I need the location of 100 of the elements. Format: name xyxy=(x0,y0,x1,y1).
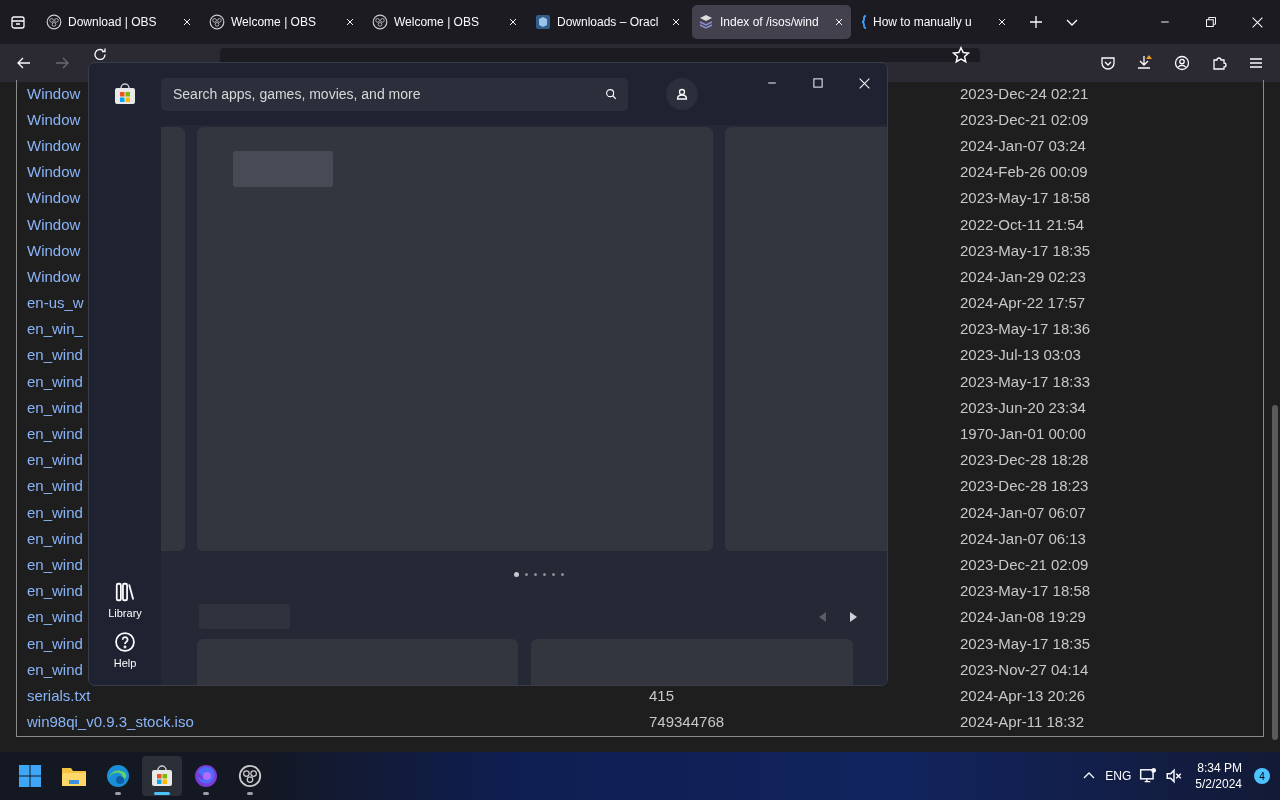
browser-tab[interactable]: Index of /isos/wind xyxy=(692,5,851,39)
browser-tab[interactable]: Download | OBS xyxy=(40,5,199,39)
language-indicator[interactable]: ENG xyxy=(1105,769,1132,783)
file-link[interactable]: en_wind xyxy=(27,425,83,443)
file-date: 2023-Dec-21 02:09 xyxy=(960,110,1089,128)
scrollbar-thumb[interactable] xyxy=(1272,405,1278,740)
rail-button[interactable]: Help xyxy=(113,631,137,669)
puzzle-icon xyxy=(1211,55,1227,71)
taskbar-app-button[interactable] xyxy=(142,756,182,796)
file-link[interactable]: en_wind xyxy=(27,529,83,547)
star-icon xyxy=(952,46,970,64)
file-link[interactable]: en_wind xyxy=(27,608,83,626)
file-date: 2023-Jun-20 23:34 xyxy=(960,398,1086,416)
file-link[interactable]: Window xyxy=(27,241,81,259)
file-date: 2024-Jan-29 02:23 xyxy=(960,267,1086,285)
address-field[interactable] xyxy=(220,48,980,62)
close-icon xyxy=(857,76,871,90)
help-icon xyxy=(114,631,136,653)
stack-icon xyxy=(698,14,714,30)
carousel-dot[interactable] xyxy=(534,572,537,576)
restore-icon xyxy=(1205,16,1217,28)
download-icon xyxy=(1136,54,1154,72)
file-date: 2022-Oct-11 21:54 xyxy=(960,215,1084,233)
pocket-icon xyxy=(1100,55,1116,71)
carousel-dot[interactable] xyxy=(514,571,519,577)
close-icon xyxy=(181,16,193,28)
file-date: 2023-May-17 18:58 xyxy=(960,582,1091,600)
person-icon xyxy=(674,86,690,102)
file-date: 2024-Jan-07 03:24 xyxy=(960,136,1086,154)
file-date: 2024-Jan-07 06:07 xyxy=(960,503,1086,521)
search-field[interactable]: Search apps, games, movies, and more xyxy=(171,85,604,103)
tray-icon xyxy=(10,14,26,30)
shopping-bag-icon xyxy=(150,764,174,788)
file-link[interactable]: Window xyxy=(27,189,81,207)
file-link[interactable]: en-us_w xyxy=(27,294,84,312)
browser-tab[interactable]: Downloads – Oracl xyxy=(529,5,688,39)
monitor-icon xyxy=(1139,767,1158,785)
books-icon xyxy=(114,581,136,603)
file-date: 2023-May-17 18:36 xyxy=(960,320,1091,338)
camera-aperture-icon xyxy=(238,764,262,788)
person-circle-icon xyxy=(1174,55,1190,71)
file-date: 2023-May-17 18:35 xyxy=(960,241,1091,259)
close-icon xyxy=(1250,15,1264,29)
carousel-dot[interactable] xyxy=(525,572,528,576)
swirl-icon xyxy=(106,764,130,788)
file-date: 2024-Jan-08 19:29 xyxy=(960,608,1086,626)
carousel-dot[interactable] xyxy=(561,572,564,576)
file-date: 2023-Dec-24 02:21 xyxy=(960,84,1089,102)
file-size: 415 xyxy=(649,686,675,704)
file-date: 2023-May-17 18:33 xyxy=(960,372,1091,390)
file-date: 2023-Jul-13 03:03 xyxy=(960,346,1081,364)
carousel-dot[interactable] xyxy=(543,572,546,576)
file-link[interactable]: Window xyxy=(27,110,81,128)
file-link[interactable]: en_wind xyxy=(27,346,83,364)
right-triangle-icon xyxy=(849,611,857,622)
brace-icon xyxy=(861,15,867,29)
file-link[interactable]: Window xyxy=(27,267,81,285)
file-link[interactable]: en_wind xyxy=(27,634,83,652)
file-link[interactable]: Window xyxy=(27,136,81,154)
file-link[interactable]: Window xyxy=(27,215,81,233)
notification-badge[interactable]: 4 xyxy=(1254,768,1270,784)
search-icon xyxy=(604,87,618,101)
account-button[interactable] xyxy=(666,78,698,110)
file-size: 749344768 xyxy=(649,713,725,731)
file-link[interactable]: en_wind xyxy=(27,660,83,678)
close-icon xyxy=(507,16,519,28)
file-date: 2024-Feb-26 00:09 xyxy=(960,163,1088,181)
file-date: 2023-Nov-27 04:14 xyxy=(960,660,1089,678)
speaker-muted-icon xyxy=(1165,767,1184,785)
file-date: 2024-Jan-07 06:13 xyxy=(960,529,1086,547)
browser-tab[interactable]: How to manually u xyxy=(855,5,1014,39)
menu-icon xyxy=(1248,55,1264,71)
close-icon xyxy=(670,16,682,28)
plus-icon xyxy=(1028,14,1044,30)
file-link[interactable]: serials.txt xyxy=(27,686,91,704)
maximize-icon xyxy=(812,77,824,89)
file-link[interactable]: en_win_ xyxy=(27,320,83,338)
search-box[interactable]: Search apps, games, movies, and more xyxy=(161,77,628,111)
browser-tab[interactable]: Welcome | OBS xyxy=(366,5,525,39)
file-link[interactable]: Window xyxy=(27,163,81,181)
file-link[interactable]: Window xyxy=(27,84,81,102)
rail-button[interactable]: Library xyxy=(108,581,142,619)
carousel-dot[interactable] xyxy=(552,572,555,576)
file-link[interactable]: en_wind xyxy=(27,503,83,521)
file-date: 2024-Apr-13 20:26 xyxy=(960,686,1086,704)
file-link[interactable]: en_wind xyxy=(27,398,83,416)
camera-aperture-icon xyxy=(372,14,388,30)
browser-tab[interactable]: Welcome | OBS xyxy=(203,5,362,39)
file-date: 2023-May-17 18:58 xyxy=(960,189,1091,207)
clock[interactable]: 8:34 PM 5/2/2024 xyxy=(1191,760,1246,792)
back-arrow-icon xyxy=(16,55,32,71)
file-link[interactable]: en_wind xyxy=(27,477,83,495)
file-link[interactable]: en_wind xyxy=(27,451,83,469)
file-date: 2023-Dec-28 18:23 xyxy=(960,477,1089,495)
next-button[interactable] xyxy=(849,611,857,622)
file-link[interactable]: en_wind xyxy=(27,555,83,573)
file-link[interactable]: en_wind xyxy=(27,372,83,390)
file-link[interactable]: en_wind xyxy=(27,582,83,600)
windows-logo-icon xyxy=(18,764,42,788)
file-link[interactable]: win98qi_v0.9.3_stock.iso xyxy=(27,713,194,731)
